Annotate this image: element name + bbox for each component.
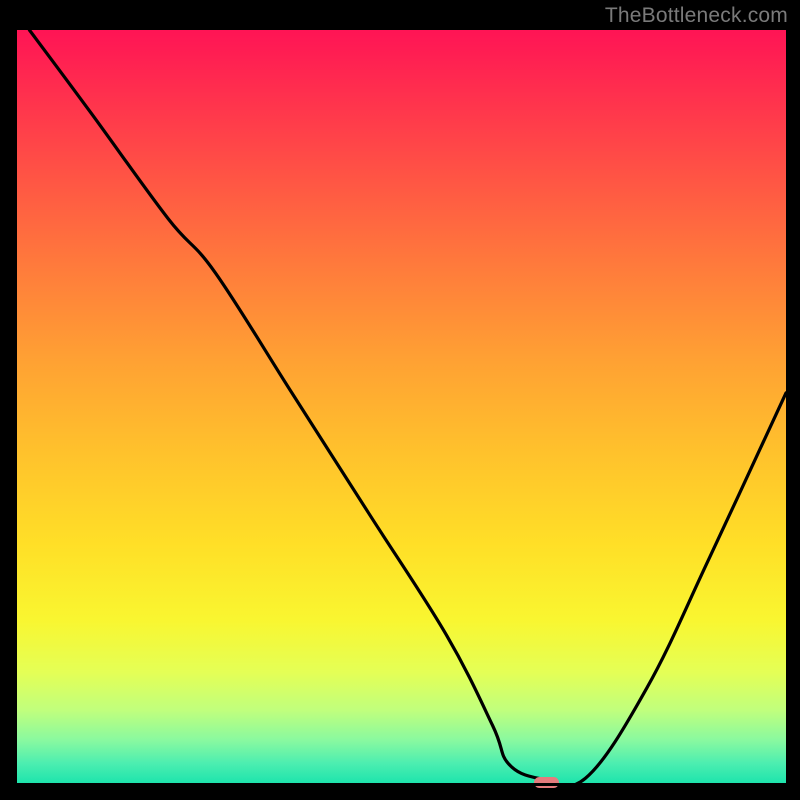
- watermark-text: TheBottleneck.com: [605, 4, 788, 28]
- x-axis: [14, 783, 786, 786]
- bottleneck-curve: [14, 30, 786, 786]
- plot-area: [14, 30, 786, 786]
- y-axis: [14, 30, 17, 786]
- chart-stage: TheBottleneck.com: [0, 0, 800, 800]
